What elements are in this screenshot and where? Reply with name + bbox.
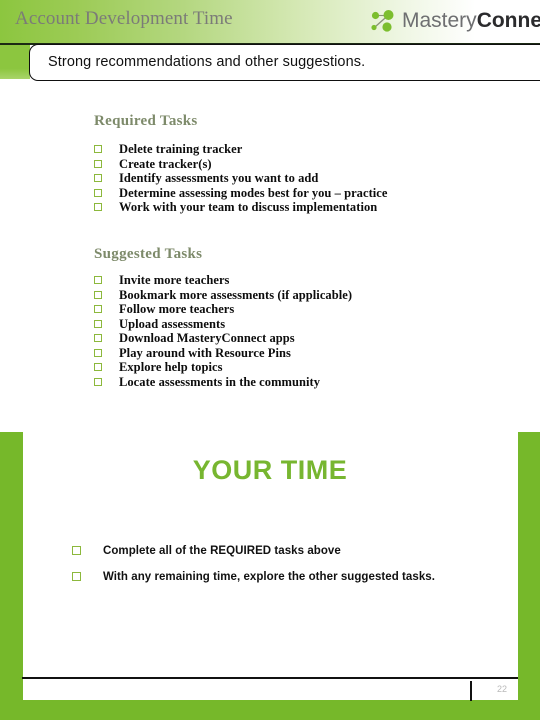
checkbox-icon[interactable] [94, 159, 102, 168]
checkbox-icon[interactable] [72, 572, 81, 581]
checkbox-icon[interactable] [94, 145, 102, 153]
task-label: With any remaining time, explore the oth… [103, 571, 435, 583]
task-label: Download MasteryConnect apps [119, 331, 295, 345]
list-item[interactable]: Work with your team to discuss implement… [94, 200, 388, 215]
checkbox-icon[interactable] [94, 363, 102, 371]
your-time-task-list: Complete all of the REQUIRED tasks above… [72, 538, 435, 590]
list-item[interactable]: Bookmark more assessments (if applicable… [94, 288, 352, 303]
checkbox-icon[interactable] [94, 319, 102, 328]
list-item[interactable]: Locate assessments in the community [94, 375, 352, 390]
checkbox-icon[interactable] [94, 290, 102, 299]
list-item[interactable]: Explore help topics [94, 360, 352, 375]
section-heading-suggested: Suggested Tasks [94, 246, 203, 262]
task-label: Invite more teachers [119, 273, 230, 287]
checkbox-icon[interactable] [94, 377, 102, 386]
bottom-green-band [0, 700, 540, 720]
suggested-task-list: Invite more teachers Bookmark more asses… [94, 273, 352, 389]
masteryconnect-dots-logo-icon [371, 10, 394, 32]
page-number: 22 [496, 684, 507, 694]
required-task-list: Delete training tracker Create tracker(s… [94, 142, 388, 215]
task-label: Bookmark more assessments (if applicable… [119, 287, 353, 302]
checkbox-icon[interactable] [94, 276, 102, 284]
task-label: Play around with Resource Pins [119, 345, 291, 360]
list-item[interactable]: Follow more teachers [94, 302, 352, 317]
checkbox-icon[interactable] [72, 546, 81, 555]
task-label: Follow more teachers [119, 302, 235, 316]
checkbox-icon[interactable] [94, 348, 102, 357]
footer-vertical-divider [470, 681, 472, 701]
logo-word-connect: Connect [476, 9, 540, 32]
masteryconnect-logo: MasteryConnect [368, 6, 540, 38]
list-item[interactable]: Create tracker(s) [94, 157, 388, 172]
task-label: Locate assessments in the community [119, 374, 321, 389]
task-label: Create tracker(s) [119, 156, 212, 171]
checkbox-icon[interactable] [94, 188, 102, 197]
footer-divider-line [22, 677, 518, 679]
checkbox-icon[interactable] [94, 203, 102, 211]
logo-wordmark: MasteryConnect [402, 7, 540, 35]
list-item[interactable]: Upload assessments [94, 317, 352, 332]
list-item[interactable]: Identify assessments you want to add [94, 171, 388, 186]
task-label: Work with your team to discuss implement… [119, 200, 378, 214]
task-label: Identify assessments you want to add [119, 171, 319, 185]
list-item[interactable]: Complete all of the REQUIRED tasks above [72, 538, 435, 564]
task-label: Explore help topics [119, 360, 223, 374]
task-label: Complete all of the REQUIRED tasks above [103, 545, 341, 557]
task-label: Delete training tracker [119, 142, 243, 156]
list-item[interactable]: Delete training tracker [94, 142, 388, 157]
list-item[interactable]: Invite more teachers [94, 273, 352, 288]
checkbox-icon[interactable] [94, 305, 102, 313]
your-time-heading: YOUR TIME [192, 455, 348, 485]
list-item[interactable]: Determine assessing modes best for you –… [94, 186, 388, 201]
list-item[interactable]: Play around with Resource Pins [94, 346, 352, 361]
header-left-green-block [0, 44, 30, 79]
checkbox-icon[interactable] [94, 334, 102, 342]
callout-text: Strong recommendations and other suggest… [48, 54, 366, 70]
section-heading-required: Required Tasks [94, 113, 198, 129]
list-item[interactable]: With any remaining time, explore the oth… [72, 564, 435, 590]
page-title: Account Development Time [15, 8, 233, 29]
task-label: Upload assessments [119, 316, 226, 331]
checkbox-icon[interactable] [94, 174, 102, 182]
task-label: Determine assessing modes best for you –… [119, 185, 388, 200]
logo-word-mastery: Mastery [402, 9, 477, 32]
list-item[interactable]: Download MasteryConnect apps [94, 331, 352, 346]
slide-canvas: Account Development Time MasteryConnect … [0, 0, 540, 720]
